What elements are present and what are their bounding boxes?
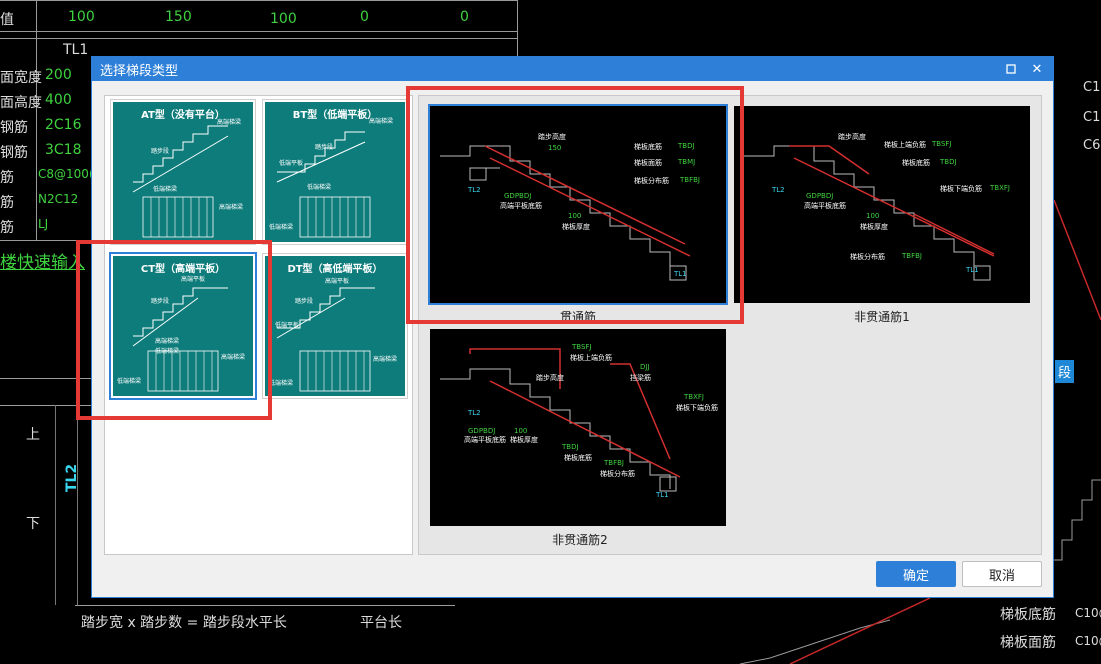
cad-stair-lines <box>1054 200 1101 561</box>
stair-tag: 高端梯梁 <box>219 204 244 211</box>
rebar-tag: 梯板上端负筋 <box>884 141 926 149</box>
rebar-tag: 梯板下端负筋 <box>940 185 982 193</box>
highlight-continuous-rebar <box>406 86 744 324</box>
rebar-tag: 梯板分布筋 <box>600 470 635 478</box>
stair-type-at[interactable]: AT型（没有平台） 踏步段 高端梯梁 低端梯梁 高端梯梁 <box>111 100 255 244</box>
tl2-vertical-label: TL2 <box>64 463 81 493</box>
stair-type-bt[interactable]: BT型（低端平板） 高端梯梁 踏步段 低端平板 低端梯梁 低端梯梁 <box>263 100 407 244</box>
rebar-option-label: 非贯通筋1 <box>854 310 910 324</box>
stair-tag: 高端梯梁 <box>217 119 242 126</box>
dialog-title: 选择梯段类型 <box>100 63 179 79</box>
rebar-tag: TBXFJ <box>990 184 1010 192</box>
table-cell: 200 <box>45 67 72 83</box>
rebar-tag: TBSFJ <box>572 343 592 351</box>
rebar-tag: 梯板底筋 <box>902 159 930 167</box>
rebar-tag: 挡梁筋 <box>630 374 651 382</box>
row-label: 钢筋 <box>0 120 28 136</box>
table-cell: 400 <box>45 92 72 108</box>
table-cell: 100 <box>270 11 297 27</box>
table-header: TL1 <box>63 42 89 58</box>
right-top-label: C12 <box>1083 110 1101 125</box>
right-value: C10@ <box>1075 606 1101 620</box>
stair-tag: 高端梯梁 <box>369 118 394 125</box>
rebar-tag: 梯板上端负筋 <box>570 354 612 362</box>
rebar-tag: TBSFJ <box>932 140 952 148</box>
rebar-tag: 梯板底筋 <box>564 454 592 462</box>
rebar-tag: TL1 <box>656 491 669 499</box>
highlight-ct-type <box>76 240 272 420</box>
rebar-option-non-continuous-2[interactable]: TBSFJ 梯板上端负筋 DJJ 踏步高度 挡梁筋 TBXFJ 梯板下端负筋 T… <box>430 329 726 526</box>
ok-button[interactable]: 确定 <box>876 561 956 587</box>
rebar-tag: 高端平板底筋 <box>464 436 506 444</box>
rebar-tag: TL1 <box>966 266 979 274</box>
stair-tag: 高端梯梁 <box>373 356 398 363</box>
stair-tag: 低端平板 <box>275 322 300 329</box>
rebar-option-non-continuous-1[interactable]: 踏步高度 梯板上端负筋 TBSFJ 梯板底筋 TBDJ 梯板下端负筋 TBXFJ… <box>734 106 1030 303</box>
quick-input-link[interactable]: 楼快速输入 <box>0 248 85 273</box>
stair-tag: 踏步段 <box>315 144 334 151</box>
up-label: 上 <box>26 427 40 443</box>
table-cell: 0 <box>460 9 469 25</box>
rebar-tag: 梯板厚度 <box>510 436 538 444</box>
row-label: 筋 <box>0 220 14 236</box>
stair-tag: 低端梯梁 <box>269 380 294 387</box>
row-label: 筋 <box>0 195 14 211</box>
table-cell: 3C18 <box>45 142 82 158</box>
rebar-tag: 梯板厚度 <box>860 223 888 231</box>
maximize-icon[interactable] <box>999 57 1023 81</box>
rebar-tag: TL2 <box>772 186 785 194</box>
right-value: C10@ <box>1075 634 1101 648</box>
rebar-tag: TBXFJ <box>684 393 704 401</box>
rebar-tag: DJJ <box>640 363 650 371</box>
stair-tag: 踏步段 <box>295 298 314 305</box>
table-cell: LJ <box>38 217 49 231</box>
dialog-titlebar[interactable]: 选择梯段类型 ✕ <box>92 57 1053 81</box>
rebar-tag: TBDJ <box>562 443 579 451</box>
table-cell: 100 <box>68 9 95 25</box>
rebar-tag: TL2 <box>468 409 481 417</box>
bottom-formula: 踏步宽 x 踏步数 = 踏步段水平长 <box>81 615 287 631</box>
table-cell: 0 <box>360 9 369 25</box>
rebar-tag: TBDJ <box>940 158 957 166</box>
stair-tag: 低端梯梁 <box>153 186 178 193</box>
rebar-tag: 100 <box>514 427 528 435</box>
stair-tag: 低端梯梁 <box>269 224 294 231</box>
right-top-label: C12 <box>1083 80 1101 95</box>
close-icon[interactable]: ✕ <box>1025 57 1049 81</box>
rebar-option-label: 非贯通筋2 <box>552 533 608 547</box>
stair-type-dt[interactable]: DT型（高低端平板） 高端平板 踏步段 低端平板 高端梯梁 低端梯梁 <box>263 254 407 398</box>
stair-tag: 高端平板 <box>325 278 350 285</box>
rebar-tag: 高端平板底筋 <box>804 202 846 210</box>
stair-tag: 踏步段 <box>151 148 170 155</box>
row-label: 钢筋 <box>0 145 28 161</box>
row-label: 面高度 <box>0 95 42 111</box>
rebar-tag: GDPBDJ <box>806 192 834 200</box>
row-label: 筋 <box>0 170 14 186</box>
right-top-label: C60 <box>1083 138 1101 153</box>
stair-tag: 低端平板 <box>279 160 304 167</box>
rebar-tag: 梯板下端负筋 <box>676 404 718 412</box>
rebar-tag: GDPBDJ <box>468 427 496 435</box>
rebar-tag: 踏步高度 <box>838 133 866 141</box>
table-row1-label: 值 <box>0 12 14 28</box>
rebar-nc1-drawing <box>744 145 995 281</box>
rebar-tag: 100 <box>866 212 880 220</box>
rebar-tag: 梯板分布筋 <box>850 253 885 261</box>
rebar-tag: TBFBJ <box>604 459 624 467</box>
rebar-tag: 踏步高度 <box>536 374 564 382</box>
stair-tag: 低端梯梁 <box>307 184 332 191</box>
table-cell: 2C16 <box>45 117 82 133</box>
rebar-tag: TBFBJ <box>902 252 922 260</box>
cancel-button[interactable]: 取消 <box>962 561 1042 587</box>
platform-length: 平台长 <box>360 615 402 631</box>
down-label: 下 <box>26 516 40 532</box>
cad-stair-lines-bottom <box>739 598 931 664</box>
table-cell: N2C12 <box>38 192 79 206</box>
row-label: 面宽度 <box>0 70 42 86</box>
table-cell: 150 <box>165 9 192 25</box>
